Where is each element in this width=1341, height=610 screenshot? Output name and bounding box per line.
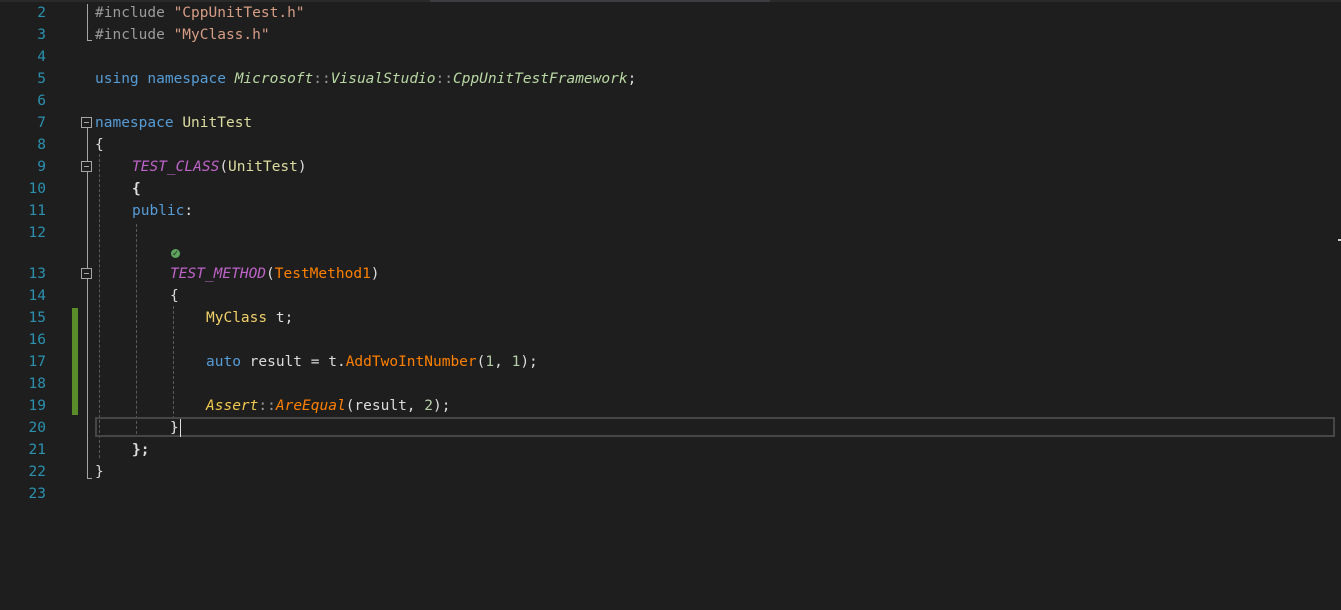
code-line-namespace[interactable]: namespace UnitTest <box>95 113 252 133</box>
line-number: 10 <box>28 181 46 197</box>
code-line-public[interactable]: public: <box>132 201 193 221</box>
code-line-using[interactable]: using namespace Microsoft::VisualStudio:… <box>95 69 636 89</box>
outline-bracket <box>87 4 88 40</box>
code-line-brace[interactable]: { <box>132 179 141 199</box>
line-number: 22 <box>28 464 46 480</box>
line-number: 18 <box>28 376 46 392</box>
line-number: 19 <box>28 398 46 414</box>
code-line-brace[interactable]: } <box>170 418 179 438</box>
indent-guide <box>136 224 137 434</box>
line-number: 3 <box>37 27 46 43</box>
code-line-brace[interactable]: } <box>95 462 104 482</box>
outline-line-end <box>87 478 92 479</box>
line-number: 9 <box>37 159 46 175</box>
line-number: 7 <box>37 115 46 131</box>
line-number: 16 <box>28 332 46 348</box>
line-number: 20 <box>28 420 46 436</box>
change-indicator-bar <box>72 308 78 415</box>
code-line-close-class[interactable]: }; <box>132 440 149 460</box>
line-number: 21 <box>28 442 46 458</box>
code-line-include-cppunittest[interactable]: #include "CppUnitTest.h" <box>95 3 305 23</box>
line-number: 14 <box>28 288 46 304</box>
code-line-assert[interactable]: Assert::AreEqual(result, 2); <box>206 396 450 416</box>
editor-tab-underline <box>430 0 770 2</box>
line-number: 8 <box>37 137 46 153</box>
line-number: 23 <box>28 486 46 502</box>
line-number: 13 <box>28 266 46 282</box>
code-editor[interactable]: 2 3 4 5 6 7 8 9 10 11 12 13 14 15 16 17 … <box>0 0 1341 610</box>
collapse-namespace-icon[interactable] <box>81 117 92 128</box>
line-number: 11 <box>28 203 46 219</box>
code-line-test-class[interactable]: TEST_CLASS(UnitTest) <box>132 157 307 177</box>
line-number: 4 <box>37 49 46 65</box>
indent-guide <box>173 306 174 434</box>
indent-guide <box>99 154 100 458</box>
current-line-highlight <box>95 417 1335 437</box>
line-number: 12 <box>28 225 46 241</box>
collapse-method-icon[interactable] <box>81 268 92 279</box>
code-line-include-myclass[interactable]: #include "MyClass.h" <box>95 25 270 45</box>
outline-line <box>87 172 88 454</box>
line-number: 5 <box>37 71 46 87</box>
line-number: 17 <box>28 354 46 370</box>
code-line-declaration[interactable]: MyClass t; <box>206 308 293 328</box>
code-line-brace[interactable]: { <box>95 135 104 155</box>
code-line-brace[interactable]: { <box>170 286 179 306</box>
line-number: 15 <box>28 310 46 326</box>
check-circle-icon[interactable]: ✓ <box>171 249 180 258</box>
code-line-auto-result[interactable]: auto result = t.AddTwoIntNumber(1, 1); <box>206 352 538 372</box>
code-line-test-method[interactable]: TEST_METHOD(TestMethod1) <box>170 264 380 284</box>
text-caret <box>180 419 181 437</box>
collapse-class-icon[interactable] <box>81 161 92 172</box>
outline-bracket-end <box>87 40 92 41</box>
line-number: 6 <box>37 93 46 109</box>
line-number: 2 <box>37 5 46 21</box>
